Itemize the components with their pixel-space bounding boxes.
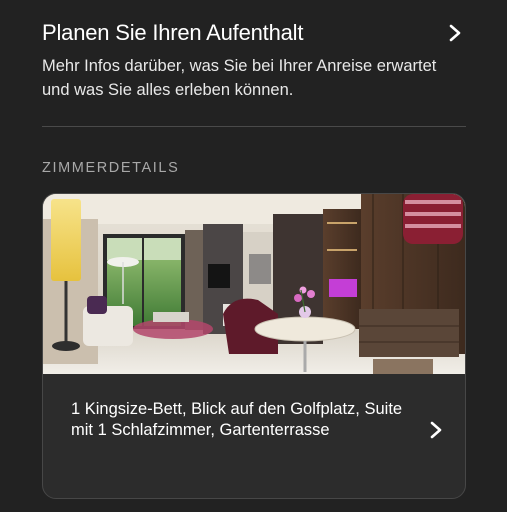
chevron-right-icon[interactable] — [444, 22, 466, 44]
room-details-heading: ZIMMERDETAILS — [42, 160, 180, 176]
plan-stay-title: Planen Sie Ihren Aufenthalt — [42, 20, 304, 45]
room-details-card[interactable]: 1 Kingsize-Bett, Blick auf den Golfplatz… — [42, 193, 466, 499]
plan-stay-description: Mehr Infos darüber, was Sie bei Ihrer An… — [42, 57, 437, 99]
plan-stay-header[interactable]: Planen Sie Ihren Aufenthalt — [42, 18, 466, 48]
room-description: 1 Kingsize-Bett, Blick auf den Golfplatz… — [71, 400, 403, 439]
room-photo — [43, 194, 465, 374]
chevron-right-icon[interactable] — [429, 421, 443, 444]
section-divider — [42, 126, 466, 127]
